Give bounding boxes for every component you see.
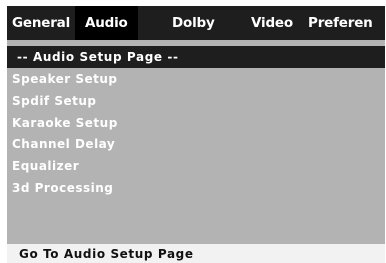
tab-bar: General Audio Dolby Video Preferen	[7, 6, 385, 40]
status-text: Go To Audio Setup Page	[19, 247, 194, 261]
tab-video[interactable]: Video	[251, 6, 293, 40]
tab-dolby[interactable]: Dolby	[172, 6, 215, 40]
menu-item-channel-delay[interactable]: Channel Delay	[7, 134, 385, 156]
tab-general-label: General	[12, 15, 70, 31]
tab-audio-label: Audio	[85, 15, 128, 31]
tab-preferences[interactable]: Preferen	[308, 6, 373, 40]
page-title: -- Audio Setup Page --	[7, 46, 385, 68]
audio-setup-menu: Speaker Setup Spdif Setup Karaoke Setup …	[7, 69, 385, 200]
status-bar: Go To Audio Setup Page	[7, 244, 385, 263]
tab-general[interactable]: General	[12, 6, 70, 40]
menu-item-speaker-setup[interactable]: Speaker Setup	[7, 69, 385, 91]
menu-item-karaoke-setup[interactable]: Karaoke Setup	[7, 113, 385, 135]
tab-dolby-label: Dolby	[172, 15, 215, 31]
tab-audio[interactable]: Audio	[75, 6, 138, 40]
menu-item-3d-processing[interactable]: 3d Processing	[7, 178, 385, 200]
tab-preferences-label: Preferen	[308, 15, 373, 31]
setup-menu-window: General Audio Dolby Video Preferen -- Au…	[7, 6, 385, 244]
tab-video-label: Video	[251, 15, 293, 31]
menu-item-spdif-setup[interactable]: Spdif Setup	[7, 91, 385, 113]
menu-item-equalizer[interactable]: Equalizer	[7, 156, 385, 178]
